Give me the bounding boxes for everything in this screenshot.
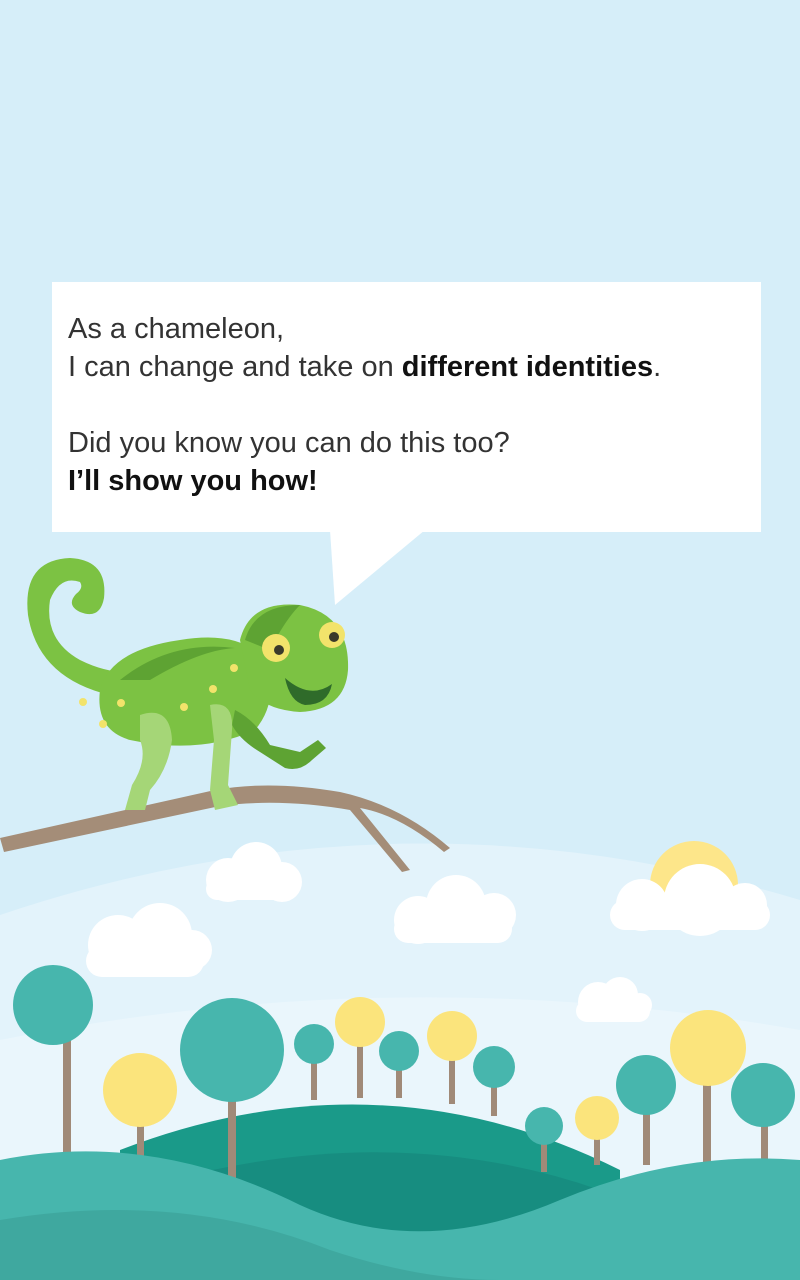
speech-line-4: I’ll show you how!	[68, 462, 745, 500]
speech-line-3-text: Did you know you can do this too?	[68, 427, 510, 459]
speech-bubble: As a chameleon, I can change and take on…	[52, 282, 761, 532]
speech-line-4-text: I’ll show you how!	[68, 465, 318, 497]
speech-line-2-prefix: I can change and take on	[68, 351, 402, 383]
speech-line-1: As a chameleon,	[68, 310, 745, 348]
speech-line-2: I can change and take on different ident…	[68, 348, 745, 386]
illustration-scene	[0, 0, 800, 1280]
speech-gap	[68, 386, 745, 424]
speech-line-3: Did you know you can do this too?	[68, 424, 745, 462]
speech-line-2-suffix: .	[653, 351, 662, 383]
speech-line-2-bold: different identities	[401, 351, 654, 383]
speech-line-1-text: As a chameleon,	[68, 313, 285, 345]
